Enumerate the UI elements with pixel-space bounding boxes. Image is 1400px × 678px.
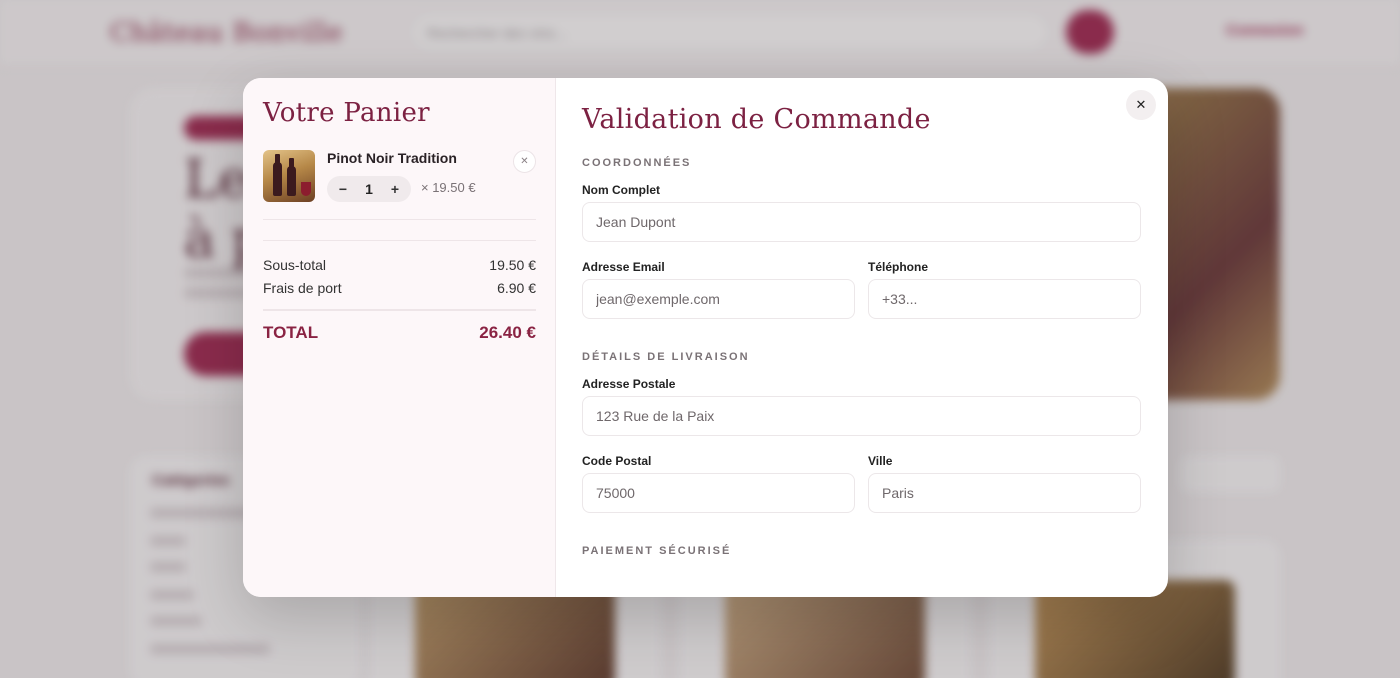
decrement-button[interactable]: − — [337, 181, 349, 197]
bottle-icon — [273, 154, 282, 196]
checkout-modal: Votre Panier Pinot Noir Tradition ✕ − 1 … — [243, 78, 1168, 597]
close-icon[interactable]: ✕ — [1126, 90, 1156, 120]
email-label: Adresse Email — [582, 260, 665, 274]
wine-thumbnail-image — [263, 150, 315, 202]
email-input[interactable] — [582, 279, 855, 319]
address-input[interactable] — [582, 396, 1141, 436]
cart-item-name: Pinot Noir Tradition — [327, 150, 457, 166]
checkout-title: Validation de Commande — [582, 104, 931, 135]
total-label: TOTAL — [263, 323, 319, 342]
quantity-value: 1 — [365, 181, 373, 197]
postal-code-input[interactable] — [582, 473, 855, 513]
section-delivery: DÉTAILS DE LIVRAISON — [582, 351, 750, 363]
total-row: TOTAL 26.40 € — [263, 323, 536, 343]
shipping-row: Frais de port 6.90 € — [263, 276, 536, 299]
city-label: Ville — [868, 454, 893, 468]
subtotal-value: 19.50 € — [489, 256, 536, 273]
postal-code-label: Code Postal — [582, 454, 652, 468]
city-input[interactable] — [868, 473, 1141, 513]
full-name-input[interactable] — [582, 202, 1141, 242]
quantity-stepper: − 1 + — [327, 176, 411, 202]
shipping-label: Frais de port — [263, 279, 342, 296]
remove-item-button[interactable]: ✕ — [513, 150, 536, 173]
phone-input[interactable] — [868, 279, 1141, 319]
cart-panel: Votre Panier Pinot Noir Tradition ✕ − 1 … — [243, 78, 556, 597]
section-payment: PAIEMENT SÉCURISÉ — [582, 545, 732, 557]
subtotal-label: Sous-total — [263, 256, 327, 273]
section-contact: COORDONNÉES — [582, 157, 692, 169]
subtotal-row: Sous-total 19.50 € — [263, 253, 536, 276]
total-value: 26.40 € — [479, 323, 536, 342]
cart-title: Votre Panier — [263, 98, 430, 128]
increment-button[interactable]: + — [389, 181, 401, 197]
wine-glass-icon — [301, 182, 311, 196]
address-label: Adresse Postale — [582, 377, 676, 391]
full-name-label: Nom Complet — [582, 183, 660, 197]
cart-item: Pinot Noir Tradition ✕ − 1 + × 19.50 € — [263, 150, 536, 220]
checkout-form: Validation de Commande ✕ COORDONNÉES Nom… — [556, 78, 1168, 597]
unit-price: × 19.50 € — [421, 180, 476, 195]
summary-divider — [263, 309, 536, 311]
shipping-value: 6.90 € — [497, 279, 536, 296]
phone-label: Téléphone — [868, 260, 929, 274]
cart-summary: Sous-total 19.50 € Frais de port 6.90 € … — [263, 240, 536, 343]
bottle-icon — [287, 158, 296, 196]
